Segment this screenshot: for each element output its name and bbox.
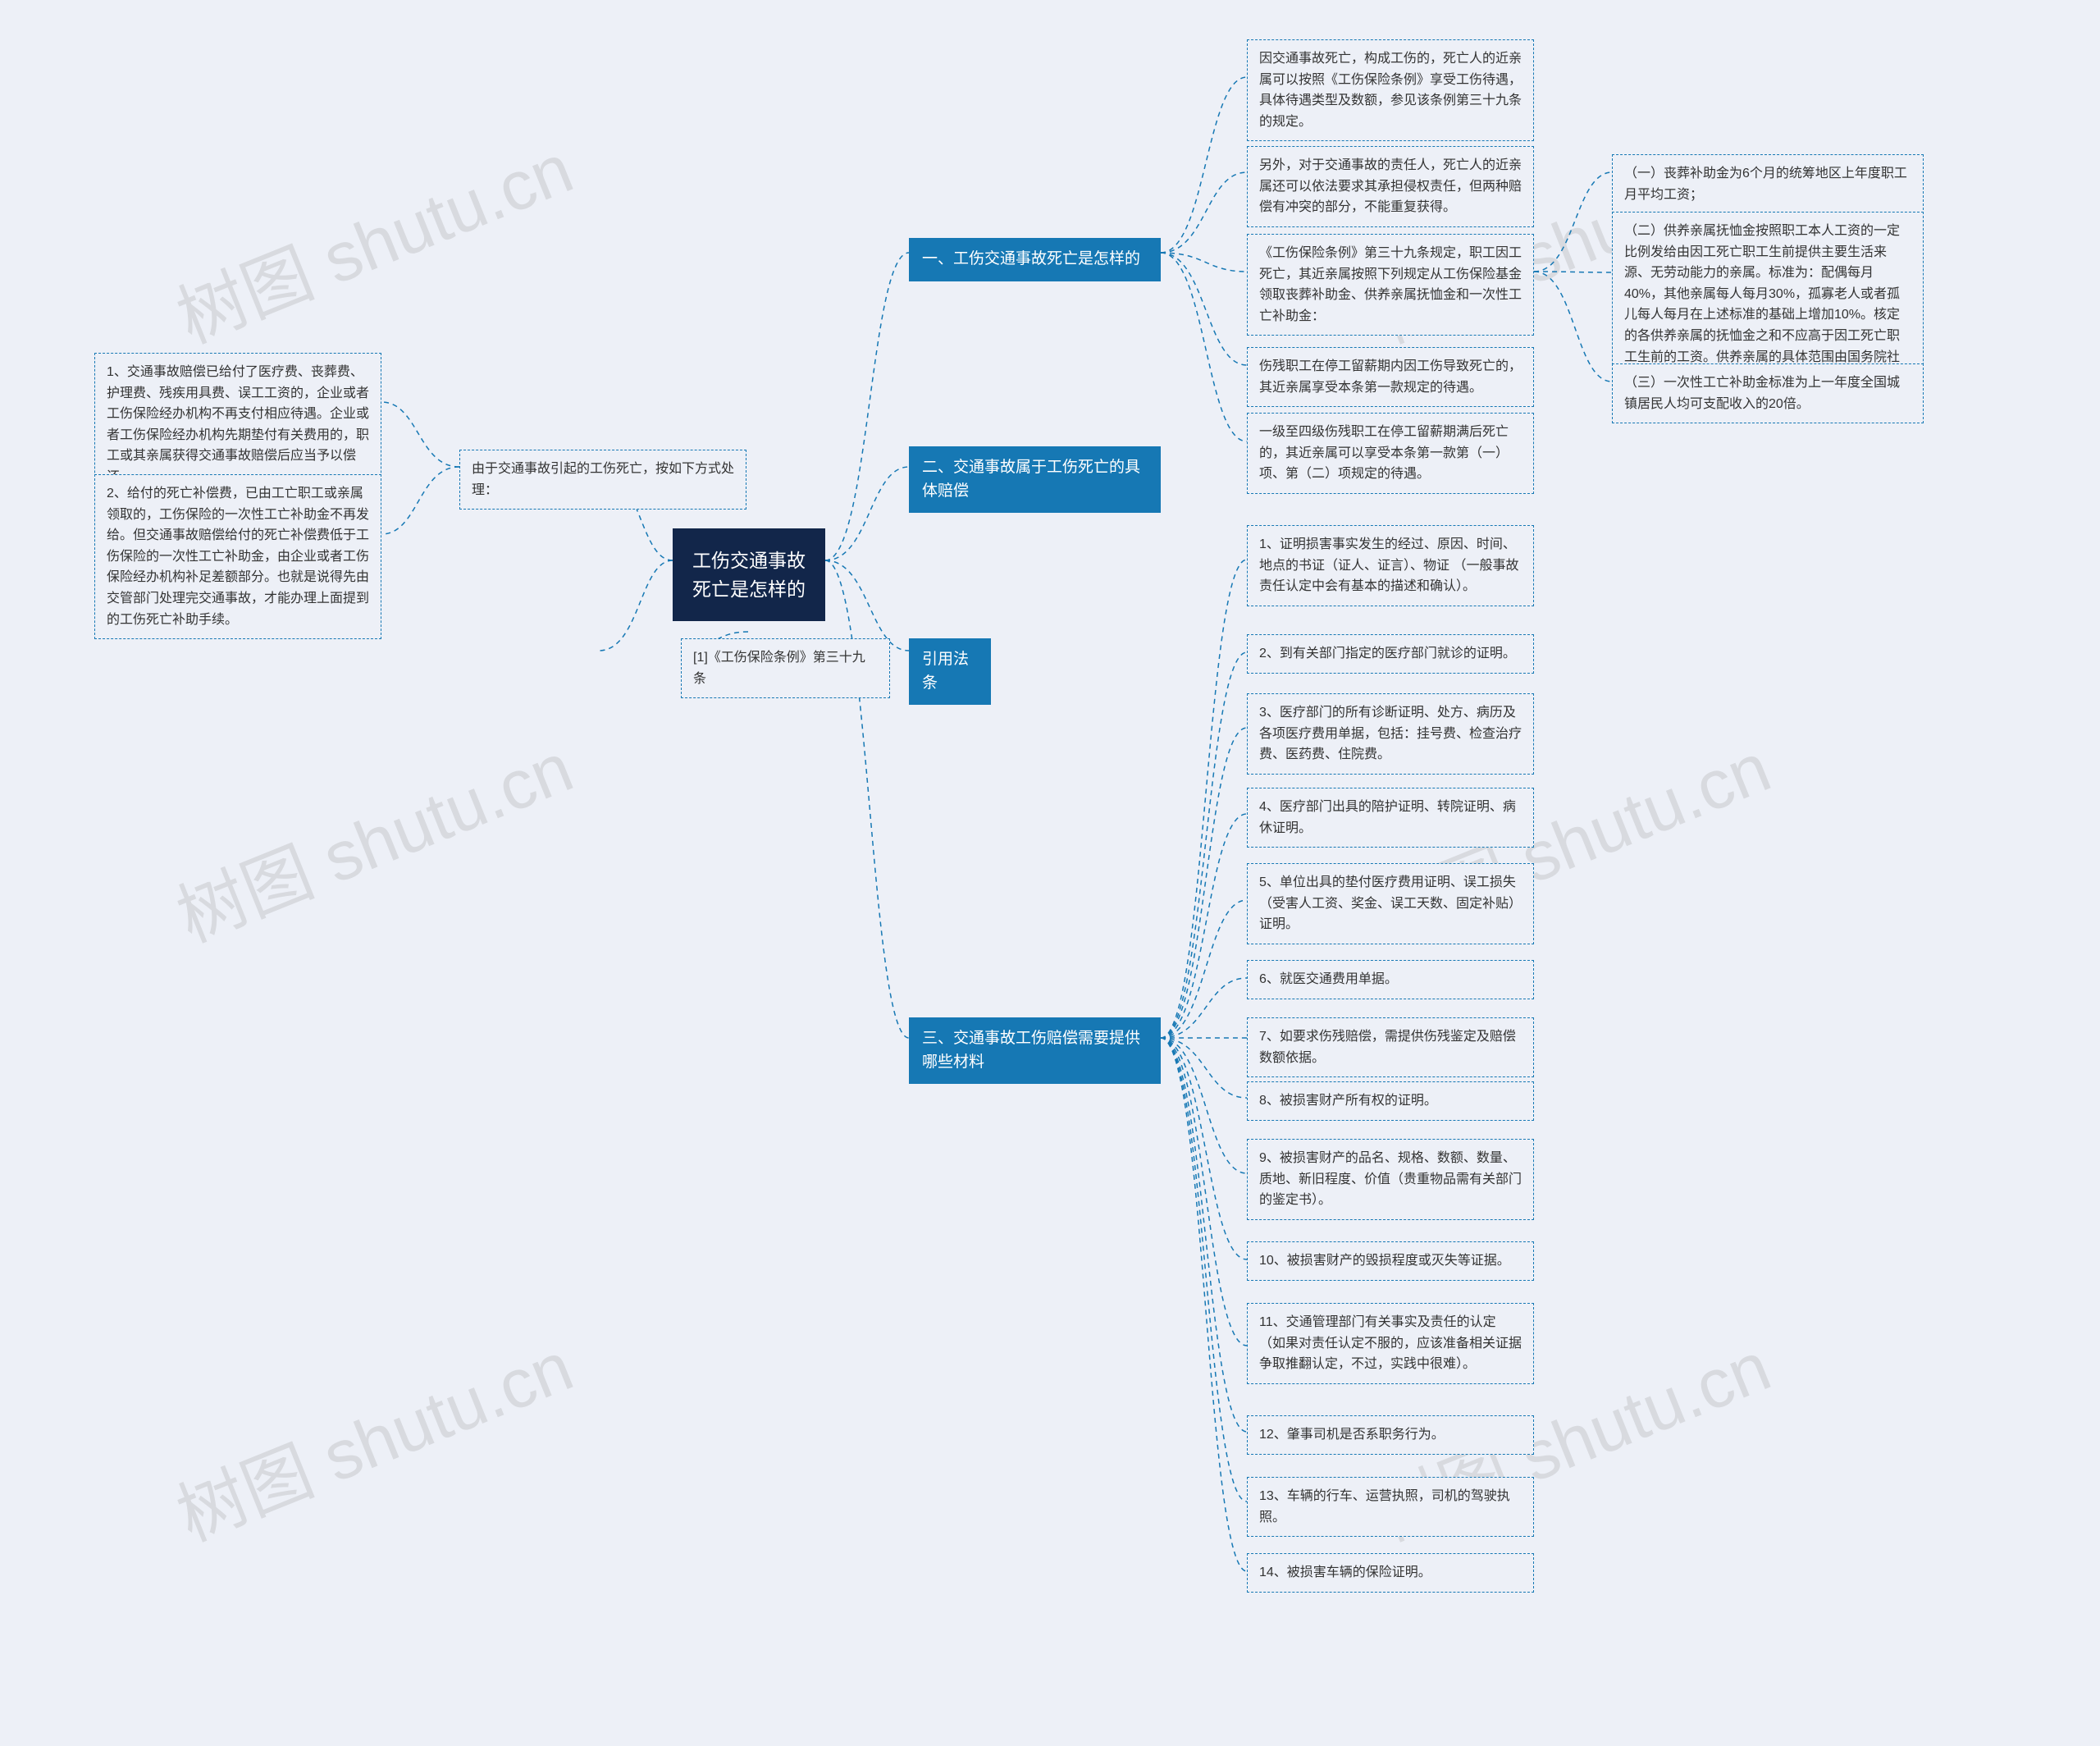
section3-item-7: 7、如要求伤残赔偿，需提供伤残鉴定及赔偿数额依据。 xyxy=(1247,1017,1534,1077)
section1-title: 一、工伤交通事故死亡是怎样的 xyxy=(909,238,1161,281)
section3-item-4: 4、医疗部门出具的陪护证明、转院证明、病休证明。 xyxy=(1247,788,1534,848)
watermark: 树图 shutu.cn xyxy=(161,713,585,962)
section1-e: 一级至四级伤残职工在停工留薪期满后死亡的，其近亲属可以享受本条第一款第（一）项、… xyxy=(1247,413,1534,494)
section1-a: 因交通事故死亡，构成工伤的，死亡人的近亲属可以按照《工伤保险条例》享受工伤待遇，… xyxy=(1247,39,1534,141)
section3-item-9: 9、被损害财产的品名、规格、数额、数量、质地、新旧程度、价值（贵重物品需有关部门… xyxy=(1247,1139,1534,1220)
section3-item-11: 11、交通管理部门有关事实及责任的认定 （如果对责任认定不服的，应该准备相关证据… xyxy=(1247,1303,1534,1384)
section2-title: 二、交通事故属于工伤死亡的具体赔偿 xyxy=(909,446,1161,513)
section1-d: 伤残职工在停工留薪期内因工伤导致死亡的，其近亲属享受本条第一款规定的待遇。 xyxy=(1247,347,1534,407)
section3-item-5: 5、单位出具的垫付医疗费用证明、误工损失（受害人工资、奖金、误工天数、固定补贴）… xyxy=(1247,863,1534,944)
section3-item-10: 10、被损害财产的毁损程度或灭失等证据。 xyxy=(1247,1241,1534,1281)
section1-c: 《工伤保险条例》第三十九条规定，职工因工死亡，其近亲属按照下列规定从工伤保险基金… xyxy=(1247,234,1534,336)
section3-title: 三、交通事故工伤赔偿需要提供哪些材料 xyxy=(909,1017,1161,1084)
section3-item-6: 6、就医交通费用单据。 xyxy=(1247,960,1534,999)
section2-b: 2、给付的死亡补偿费，已由工亡职工或亲属领取的，工伤保险的一次性工亡补助金不再发… xyxy=(94,474,381,639)
watermark: 树图 shutu.cn xyxy=(161,114,585,363)
law-item: [1]《工伤保险条例》第三十九条 xyxy=(681,638,890,698)
section3-item-2: 2、到有关部门指定的医疗部门就诊的证明。 xyxy=(1247,634,1534,674)
section3-item-1: 1、证明损害事实发生的经过、原因、时间、地点的书证（证人、证言）、物证 （一般事… xyxy=(1247,525,1534,606)
section3-item-12: 12、肇事司机是否系职务行为。 xyxy=(1247,1415,1534,1455)
section1-c3: （三）一次性工亡补助金标准为上一年度全国城镇居民人均可支配收入的20倍。 xyxy=(1612,363,1924,423)
section3-item-3: 3、医疗部门的所有诊断证明、处方、病历及各项医疗费用单据，包括：挂号费、检查治疗… xyxy=(1247,693,1534,775)
watermark: 树图 shutu.cn xyxy=(161,1312,585,1561)
root-node: 工伤交通事故死亡是怎样的 xyxy=(673,528,825,621)
section1-b: 另外，对于交通事故的责任人，死亡人的近亲属还可以依法要求其承担侵权责任，但两种赔… xyxy=(1247,146,1534,227)
section3-item-13: 13、车辆的行车、运营执照，司机的驾驶执照。 xyxy=(1247,1477,1534,1537)
law-title: 引用法条 xyxy=(909,638,991,705)
section3-item-14: 14、被损害车辆的保险证明。 xyxy=(1247,1553,1534,1593)
section1-c1: （一）丧葬补助金为6个月的统筹地区上年度职工月平均工资； xyxy=(1612,154,1924,214)
section2-intro: 由于交通事故引起的工伤死亡，按如下方式处理： xyxy=(459,450,746,510)
section3-item-8: 8、被损害财产所有权的证明。 xyxy=(1247,1081,1534,1121)
